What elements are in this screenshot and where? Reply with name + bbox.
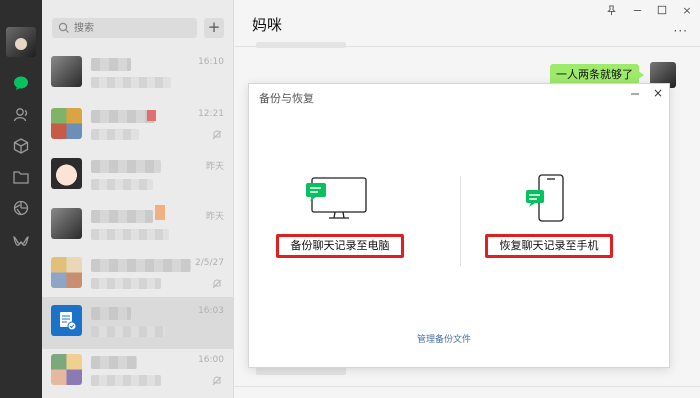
contact-name-redacted <box>91 307 131 320</box>
group-avatar <box>51 354 82 385</box>
wechat-window: + 16:10 12:21 昨天 <box>0 0 700 398</box>
more-icon[interactable]: ··· <box>674 24 688 38</box>
mute-icon <box>212 130 222 140</box>
dialog-close-icon[interactable]: × <box>652 87 664 99</box>
group-avatar <box>51 257 82 288</box>
maximize-icon[interactable] <box>655 3 669 17</box>
document-icon <box>60 312 77 331</box>
dialog-title: 备份与恢复 <box>259 92 314 105</box>
chat-list-item[interactable]: 2/5/27 <box>42 249 234 301</box>
contact-name-redacted <box>91 58 131 71</box>
name-tag-redacted <box>147 110 156 121</box>
message-redacted <box>256 42 346 48</box>
chat-list-item[interactable]: 16:10 <box>42 48 234 100</box>
message-preview-redacted <box>91 375 161 386</box>
contact-name-redacted <box>91 210 153 223</box>
pin-icon[interactable] <box>604 3 618 17</box>
search-box[interactable] <box>52 18 197 38</box>
backup-restore-dialog: 备份与恢复 × 备份聊天记录至电脑 恢复聊天记录至手机 管理备份文件 <box>248 83 670 368</box>
contact-name-redacted <box>91 356 137 369</box>
chat-list-item[interactable]: 16:00 <box>42 346 234 398</box>
restore-to-phone-button[interactable]: 恢复聊天记录至手机 <box>485 234 613 258</box>
mute-icon <box>212 279 222 289</box>
favorites-icon[interactable] <box>12 137 30 155</box>
window-close-icon[interactable]: × <box>680 3 694 17</box>
message-redacted <box>256 367 346 375</box>
chat-list-item[interactable]: 16:03 <box>42 297 234 349</box>
chat-time: 16:10 <box>198 57 224 67</box>
message-preview-redacted <box>91 229 169 240</box>
group-avatar <box>51 108 82 139</box>
message-preview-redacted <box>91 179 153 190</box>
moments-icon[interactable] <box>12 199 30 217</box>
chat-list-panel: + 16:10 12:21 昨天 <box>42 0 234 398</box>
message-preview-redacted <box>91 77 171 88</box>
input-divider <box>234 386 700 387</box>
add-button[interactable]: + <box>204 18 224 38</box>
search-icon <box>58 22 69 33</box>
folder-icon[interactable] <box>12 168 30 186</box>
backup-to-pc-button[interactable]: 备份聊天记录至电脑 <box>276 234 404 258</box>
chat-time: 昨天 <box>205 212 224 222</box>
search-input[interactable] <box>74 20 189 36</box>
message-preview-redacted <box>91 326 165 337</box>
chat-time: 昨天 <box>205 162 224 172</box>
minimize-icon[interactable] <box>630 3 644 17</box>
contact-name-redacted <box>91 110 155 123</box>
user-avatar[interactable] <box>6 27 36 57</box>
contact-avatar <box>51 56 82 87</box>
contact-name-redacted <box>91 160 161 173</box>
chat-time: 12:21 <box>198 109 224 119</box>
chat-list-item[interactable]: 12:21 <box>42 100 234 152</box>
chat-icon[interactable] <box>12 74 30 92</box>
chat-list-item[interactable]: 昨天 <box>42 150 234 202</box>
chat-time: 2/5/27 <box>195 258 224 268</box>
message-preview-redacted <box>91 129 139 140</box>
left-nav <box>0 0 42 398</box>
manage-backup-files-link[interactable]: 管理备份文件 <box>417 332 471 345</box>
dialog-minimize-icon[interactable] <box>629 88 641 100</box>
chat-time: 16:03 <box>198 306 224 316</box>
computer-icon <box>306 177 367 219</box>
phone-icon <box>526 174 564 222</box>
contact-avatar <box>51 305 82 336</box>
message-preview-redacted <box>91 278 161 289</box>
contacts-icon[interactable] <box>12 106 30 124</box>
name-tag-redacted <box>155 205 165 220</box>
mute-icon <box>212 376 222 386</box>
chat-title: 妈咪 <box>252 16 283 34</box>
chat-list-item[interactable]: 昨天 <box>42 200 234 252</box>
channels-icon[interactable] <box>12 233 30 251</box>
dialog-divider <box>460 176 461 266</box>
contact-name-redacted <box>91 259 191 272</box>
contact-avatar <box>51 208 82 239</box>
chat-time: 16:00 <box>198 355 224 365</box>
contact-avatar <box>51 158 82 189</box>
